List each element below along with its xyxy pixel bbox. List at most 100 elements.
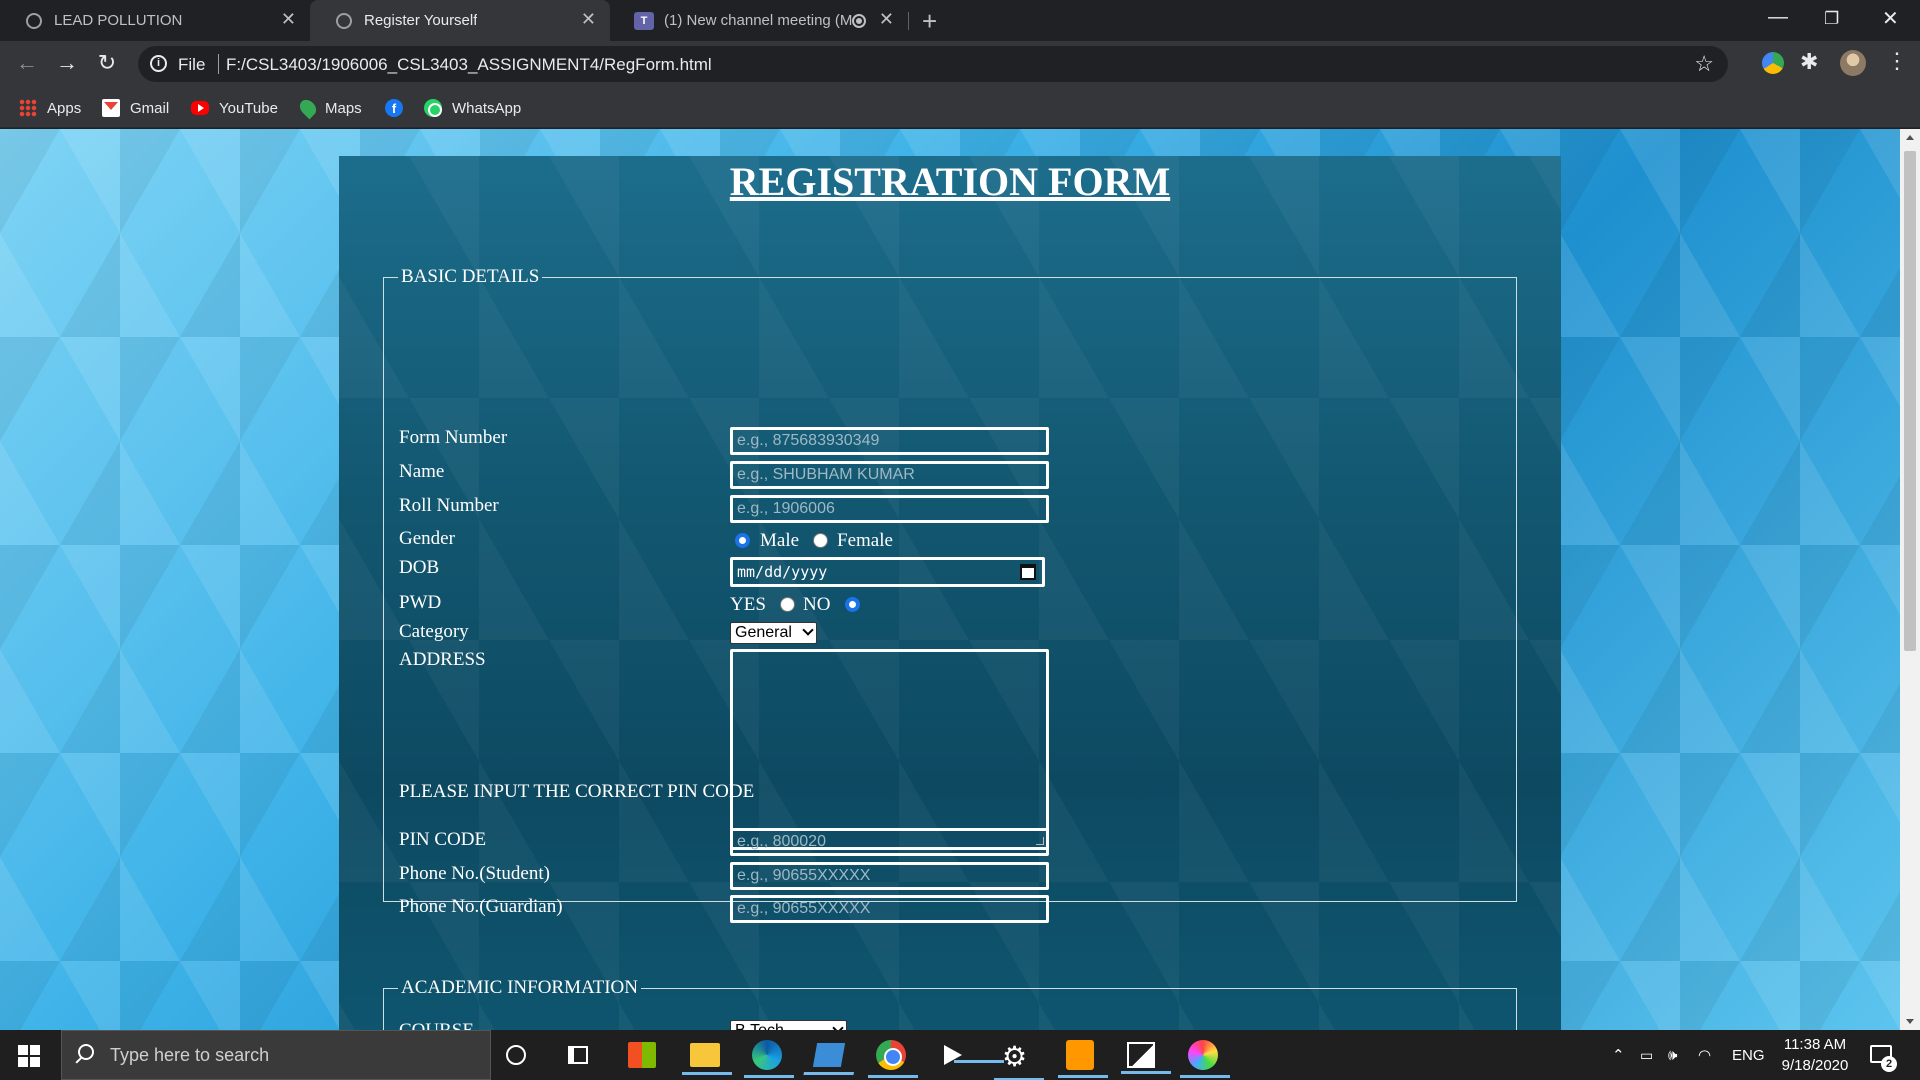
tab-teams-meeting[interactable]: T (1) New channel meeting (M ✕ xyxy=(610,0,908,41)
back-arrow-icon[interactable]: ← xyxy=(13,50,41,76)
gender-label: Gender xyxy=(399,528,455,549)
notification-count-badge: 2 xyxy=(1881,1056,1897,1072)
course-label: COURSE xyxy=(399,1020,474,1030)
scrollbar-thumb[interactable] xyxy=(1904,151,1916,651)
new-tab-button[interactable]: + xyxy=(922,6,937,37)
tab-register-yourself[interactable]: Register Yourself ✕ xyxy=(310,0,610,41)
tab-title: Register Yourself xyxy=(364,12,478,29)
category-selected-value: General xyxy=(735,624,792,641)
windows-start-icon[interactable] xyxy=(18,1045,40,1067)
chrome-icon[interactable] xyxy=(868,1040,918,1078)
menu-kebab-icon[interactable]: ⋮ xyxy=(1886,48,1908,74)
pin-code-notice: PLEASE INPUT THE CORRECT PIN CODE xyxy=(399,781,755,802)
clock-date: 9/18/2020 xyxy=(1781,1057,1849,1074)
store-icon[interactable] xyxy=(628,1042,656,1068)
close-window-button[interactable]: ✕ xyxy=(1882,6,1899,31)
app-icon[interactable] xyxy=(812,1043,846,1067)
dob-placeholder: mm/dd/yyyy xyxy=(737,563,828,581)
close-icon[interactable]: ✕ xyxy=(879,9,894,30)
battery-icon[interactable]: ▭ xyxy=(1640,1030,1653,1080)
forward-arrow-icon[interactable]: → xyxy=(53,50,81,76)
form-number-label: Form Number xyxy=(399,427,508,448)
restore-button[interactable]: ❐ xyxy=(1824,9,1839,29)
minimize-button[interactable]: — xyxy=(1768,6,1788,29)
profile-avatar[interactable] xyxy=(1840,50,1866,76)
pin-code-input[interactable] xyxy=(730,828,1049,856)
url-text[interactable]: F:/CSL3403/1906006_CSL3403_ASSIGNMENT4/R… xyxy=(226,55,712,75)
bookmark-apps[interactable]: Apps xyxy=(19,88,81,128)
gender-female-radio[interactable] xyxy=(813,533,828,548)
reload-icon[interactable]: ↻ xyxy=(93,50,121,76)
close-icon[interactable]: ✕ xyxy=(581,9,596,30)
academic-info-fieldset: ACADEMIC INFORMATION xyxy=(383,977,1517,1030)
calendar-icon[interactable] xyxy=(1020,564,1036,580)
category-select[interactable]: General xyxy=(730,622,817,644)
phone-guardian-input[interactable] xyxy=(730,895,1049,923)
gmail-icon xyxy=(102,99,120,117)
info-icon[interactable]: i xyxy=(150,55,167,72)
bookmark-star-icon[interactable]: ☆ xyxy=(1694,51,1714,77)
bookmark-label: Apps xyxy=(47,99,82,117)
page-scrollbar[interactable] xyxy=(1900,129,1920,1030)
maps-pin-icon xyxy=(296,96,320,120)
bookmark-youtube[interactable]: YouTube xyxy=(191,88,278,128)
taskbar-clock[interactable]: 11:38 AM 9/18/2020 xyxy=(1770,1034,1860,1076)
gender-female-label: Female xyxy=(837,530,893,551)
file-explorer-icon[interactable] xyxy=(682,1043,732,1075)
wifi-icon[interactable]: ◠ xyxy=(1698,1030,1711,1080)
task-view-icon[interactable] xyxy=(568,1046,588,1064)
bookmark-gmail[interactable]: Gmail xyxy=(102,88,169,128)
pwd-no-radio[interactable] xyxy=(845,597,860,612)
facebook-icon: f xyxy=(385,99,403,117)
puzzle-extensions-icon[interactable]: ✱ xyxy=(1800,49,1818,75)
scroll-down-icon[interactable] xyxy=(1906,1019,1914,1024)
gender-male-radio[interactable] xyxy=(735,533,750,548)
fieldset-legend: ACADEMIC INFORMATION xyxy=(401,977,638,998)
whatsapp-icon xyxy=(424,99,442,117)
sublime-text-icon[interactable] xyxy=(1058,1040,1108,1078)
media-player-icon[interactable] xyxy=(944,1045,1004,1065)
bookmark-label: Maps xyxy=(325,99,362,117)
pwd-no-label: NO xyxy=(803,594,831,615)
paint-icon[interactable] xyxy=(1180,1040,1230,1078)
roll-number-input[interactable] xyxy=(730,495,1049,523)
globe-icon xyxy=(336,13,352,29)
recording-icon xyxy=(852,14,866,28)
extension-icon[interactable] xyxy=(1762,52,1784,74)
tab-title: LEAD POLLUTION xyxy=(54,12,183,29)
form-number-input[interactable] xyxy=(730,427,1049,455)
address-bar[interactable]: i File F:/CSL3403/1906006_CSL3403_ASSIGN… xyxy=(138,46,1728,82)
phone-guardian-label: Phone No.(Guardian) xyxy=(399,896,563,917)
teams-icon: T xyxy=(634,12,654,30)
tab-lead-pollution[interactable]: LEAD POLLUTION ✕ xyxy=(0,0,310,41)
close-icon[interactable]: ✕ xyxy=(281,9,296,30)
bookmark-whatsapp[interactable]: WhatsApp xyxy=(424,88,521,128)
windows-taskbar: Type here to search ⚙ ⌃ ▭ 🕪 ◠ ENG 11:38 … xyxy=(0,1030,1920,1080)
scroll-up-icon[interactable] xyxy=(1906,135,1914,140)
taskbar-search-box[interactable]: Type here to search xyxy=(61,1030,491,1080)
name-input[interactable] xyxy=(730,461,1049,489)
course-select[interactable]: B.Tech xyxy=(730,1020,847,1030)
address-textarea[interactable] xyxy=(730,649,1049,850)
search-icon xyxy=(78,1044,94,1060)
bookmark-facebook[interactable]: f xyxy=(385,88,413,128)
bookmark-maps[interactable]: Maps xyxy=(296,88,362,128)
language-indicator[interactable]: ENG xyxy=(1732,1030,1765,1080)
pin-code-label: PIN CODE xyxy=(399,829,487,850)
volume-icon[interactable]: 🕪 xyxy=(1668,1030,1677,1080)
pwd-label: PWD xyxy=(399,592,442,613)
phone-student-input[interactable] xyxy=(730,862,1049,890)
clock-time: 11:38 AM xyxy=(1783,1036,1847,1053)
tab-strip: LEAD POLLUTION ✕ Register Yourself ✕ T (… xyxy=(0,0,1920,41)
cortana-icon[interactable] xyxy=(506,1045,526,1065)
dob-date-input[interactable]: mm/dd/yyyy xyxy=(730,557,1045,587)
address-label: ADDRESS xyxy=(399,649,486,670)
apps-grid-icon xyxy=(19,99,37,117)
settings-gear-icon[interactable]: ⚙ xyxy=(993,1040,1045,1080)
photos-icon[interactable] xyxy=(1121,1042,1171,1074)
course-selected-value: B.Tech xyxy=(735,1022,784,1030)
edge-icon[interactable] xyxy=(744,1040,794,1078)
pwd-yes-radio[interactable] xyxy=(780,597,795,612)
bookmark-label: WhatsApp xyxy=(452,99,522,117)
tray-chevron-icon[interactable]: ⌃ xyxy=(1612,1030,1625,1080)
